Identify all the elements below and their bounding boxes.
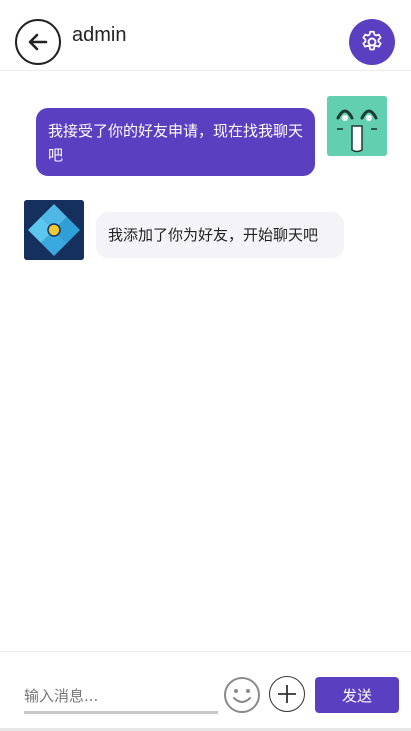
attach-button[interactable] [269, 676, 305, 712]
message-input[interactable] [24, 680, 218, 714]
chat-header: admin [0, 0, 411, 71]
settings-button[interactable] [349, 19, 395, 65]
smiley-icon [224, 677, 260, 713]
send-button[interactable]: 发送 [315, 677, 399, 713]
sent-message-bubble: 我接受了你的好友申请，现在找我聊天吧 [36, 108, 315, 176]
plus-icon [278, 685, 296, 703]
back-button[interactable] [15, 19, 61, 65]
emoji-button[interactable] [223, 676, 261, 714]
gear-icon [362, 30, 382, 51]
diamond-logo-avatar[interactable] [24, 200, 84, 260]
received-message-bubble: 我添加了你为好友，开始聊天吧 [96, 212, 344, 258]
input-bar: 发送 [0, 651, 411, 718]
emoji-face-avatar[interactable] [327, 96, 387, 156]
arrow-left-icon [28, 33, 48, 51]
chat-title: admin [72, 24, 127, 46]
message-list[interactable]: 我接受了你的好友申请，现在找我聊天吧 我添加了你为好友，开始聊天吧 [0, 72, 411, 650]
